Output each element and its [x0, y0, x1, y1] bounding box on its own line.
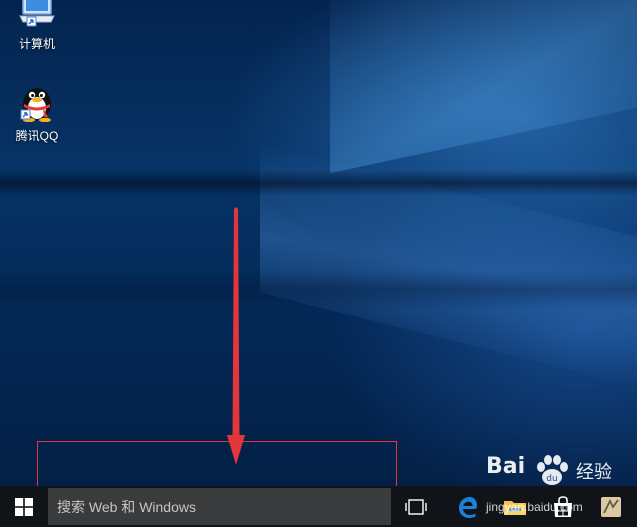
desktop-icon-qq[interactable]: 腾讯QQ	[5, 78, 69, 144]
search-input[interactable]: 搜索 Web 和 Windows	[48, 488, 391, 525]
edge-icon	[459, 496, 477, 518]
desktop-icon-label: 腾讯QQ	[15, 129, 59, 143]
desktop-icon-computer[interactable]: 计算机	[5, 0, 69, 52]
annotation-arrow-icon	[227, 207, 245, 465]
light-band	[0, 170, 637, 196]
watermark-url: jingyan.baidu.com	[486, 500, 583, 514]
svg-text:du: du	[546, 474, 557, 484]
search-placeholder: 搜索 Web 和 Windows	[57, 498, 196, 515]
desktop-wallpaper	[0, 0, 637, 486]
baidu-jingyan-watermark: Bai du 经验 jingyan.baidu.com	[486, 454, 636, 524]
task-view-icon	[405, 498, 427, 515]
desktop-icon-label: 计算机	[18, 37, 55, 51]
computer-icon	[19, 0, 55, 27]
light-beam	[330, 0, 637, 174]
light-band	[0, 270, 637, 310]
qq-penguin-icon	[20, 88, 51, 123]
baidu-paw-icon: du	[537, 455, 568, 485]
edge-taskbar-button[interactable]	[444, 486, 490, 527]
watermark-brand: Bai	[486, 454, 526, 479]
task-view-button[interactable]	[393, 486, 439, 527]
watermark-brand-cn: 经验	[576, 462, 612, 483]
start-button[interactable]	[0, 486, 48, 527]
windows-logo-icon	[15, 497, 33, 516]
